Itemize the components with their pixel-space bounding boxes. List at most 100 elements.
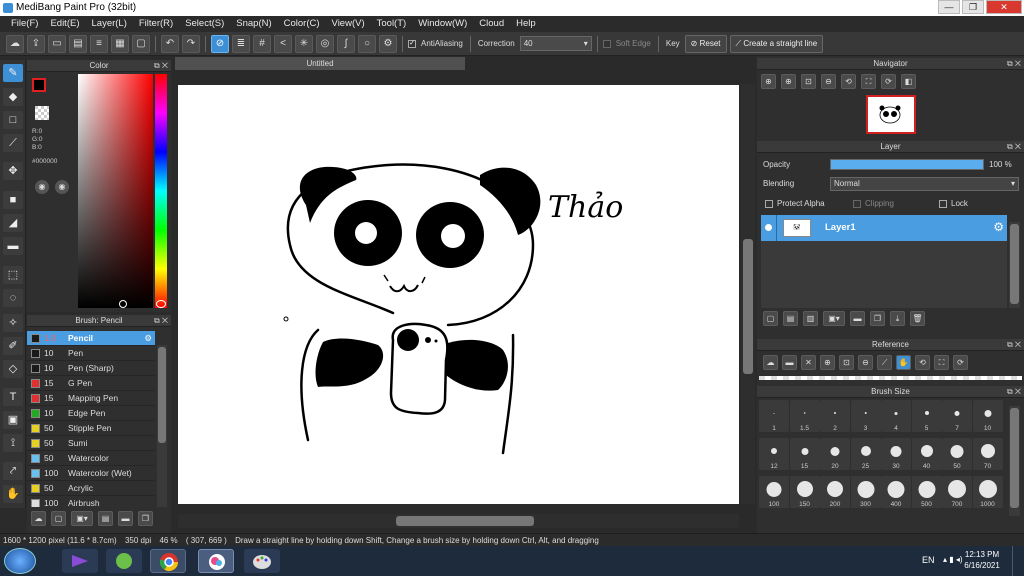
gradient-tool-icon[interactable]: ▬ [3,237,23,255]
cloud-icon[interactable]: ☁ [6,34,24,53]
merge-layer-icon[interactable]: ⤓ [890,311,905,326]
brush-item[interactable]: 15 Mapping Pen [27,391,155,406]
reference-open-icon[interactable]: ▬ [782,355,797,370]
horizontal-scrollbar[interactable] [178,514,739,528]
clipping-option[interactable]: Clipping [853,199,894,208]
start-button[interactable] [4,548,36,574]
zoom-in-icon[interactable]: ⊕ [761,74,776,89]
panel-close-icon[interactable]: ⧉ ✕ [1007,339,1021,351]
brush-size-option[interactable]: 5 [911,400,942,432]
eraser-tool-icon[interactable]: ◆ [3,88,23,106]
duplicate-layer-icon[interactable]: ❐ [870,311,885,326]
palette-add-icon[interactable]: ◉ [55,180,69,194]
saturation-value-picker[interactable] [78,74,153,308]
clipping-checkbox[interactable] [853,199,861,208]
brush-item[interactable]: 10 Pen (Sharp) [27,361,155,376]
brush-size-option[interactable]: 2 [820,400,850,432]
gear-icon[interactable]: ⚙ [993,220,1004,234]
panel-close-icon[interactable]: ⧉ ✕ [154,315,168,327]
brush-cloud-icon[interactable]: ☁ [31,511,46,526]
new-layer-1bit-icon[interactable]: ▥ [803,311,818,326]
brush-size-option[interactable]: 1.5 [789,400,820,432]
rotate-left-icon[interactable]: ⟲ [841,74,856,89]
menu-layer[interactable]: Layer(L) [86,16,133,32]
brush-item[interactable]: 50 Acrylic [27,481,155,496]
clock[interactable]: 12:13 PM 6/16/2021 [962,549,1002,571]
menu-edit[interactable]: Edit(E) [44,16,85,32]
line-tool-icon[interactable]: ⟋ [3,134,23,152]
magic-wand-tool-icon[interactable]: ✧ [3,314,23,332]
vertical-scrollbar[interactable] [741,84,755,504]
cross-snap-icon[interactable]: # [253,34,271,53]
grid-icon[interactable]: ▦ [111,34,129,53]
menu-snap[interactable]: Snap(N) [230,16,277,32]
background-color-swatch[interactable] [35,106,49,120]
divide-tool-icon[interactable]: ▣ [3,411,23,429]
zoom-out-icon[interactable]: ⊖ [821,74,836,89]
lasso-tool-icon[interactable]: ◌ [3,289,23,307]
taskbar-chrome-icon[interactable] [150,549,186,573]
brush-copy-icon[interactable]: ▤ [98,511,113,526]
soft-edge-checkbox[interactable] [602,39,611,48]
brush-item[interactable]: 10 Pen [27,346,155,361]
brush-item[interactable]: 50 Stipple Pen [27,421,155,436]
brush-size-option[interactable]: 40 [911,438,942,470]
panel-close-icon[interactable]: ⧉ ✕ [154,60,168,72]
taskbar-paint-icon[interactable] [244,549,280,573]
brush-size-option[interactable]: 1 [759,400,789,432]
reference-hand-icon[interactable]: ✋ [896,355,911,370]
scrollbar-thumb[interactable] [1010,408,1019,508]
eyedropper-tool-icon[interactable]: ⟟ [3,434,23,452]
opacity-slider[interactable] [830,159,984,170]
new-layer-icon[interactable]: ▢ [763,311,778,326]
menu-file[interactable]: File(F) [5,16,44,32]
taskbar-medibang-icon[interactable] [198,549,234,573]
menu-window[interactable]: Window(W) [412,16,473,32]
parallel-snap-icon[interactable]: ≣ [232,34,250,53]
color-picker-cursor[interactable] [119,300,127,308]
scrollbar-thumb[interactable] [1010,224,1019,304]
brush-item[interactable]: 10 Edge Pen [27,406,155,421]
ellipse-snap-icon[interactable]: ○ [358,34,376,53]
brush-size-scrollbar[interactable] [1009,406,1020,516]
brush-size-option[interactable]: 10 [972,400,1003,432]
scrollbar-thumb[interactable] [158,347,166,443]
snap-off-icon[interactable]: ⊘ [211,34,229,53]
new-layer-8bit-icon[interactable]: ▤ [783,311,798,326]
menu-select[interactable]: Select(S) [179,16,230,32]
panel-close-icon[interactable]: ⧉ ✕ [1007,386,1021,398]
taskbar-app-icon[interactable] [106,549,142,573]
brush-tool-icon[interactable]: ✎ [3,64,23,82]
close-button[interactable]: ✕ [986,0,1022,14]
layer-row[interactable]: 🐼 Layer1 ⚙ [761,215,1007,241]
reference-rotate-left-icon[interactable]: ⟲ [915,355,930,370]
reference-eyedropper-icon[interactable]: ⟋ [877,355,892,370]
panel-close-icon[interactable]: ⧉ ✕ [1007,141,1021,153]
reference-cloud-icon[interactable]: ☁ [763,355,778,370]
new-brush-icon[interactable]: ▢ [51,511,66,526]
brush-size-option[interactable]: 25 [850,438,881,470]
select-tool-icon[interactable]: ⬚ [3,266,23,284]
brush-size-option[interactable]: 50 [942,438,972,470]
brush-size-option[interactable]: 200 [820,476,850,508]
layer-list-scrollbar[interactable] [1009,222,1020,308]
list-icon[interactable]: ≡ [90,34,108,53]
protect-alpha-checkbox[interactable] [765,199,773,208]
brush-item[interactable]: 100 Watercolor (Wet) [27,466,155,481]
undo-icon[interactable]: ↶ [161,34,179,53]
brush-size-option[interactable]: 100 [759,476,789,508]
circle-snap-icon[interactable]: ◎ [316,34,334,53]
brush-size-option[interactable]: 1000 [972,476,1003,508]
brush-folder-icon[interactable]: ▬ [118,511,133,526]
maximize-button[interactable]: ❐ [962,0,984,14]
menu-tool[interactable]: Tool(T) [371,16,413,32]
lock-option[interactable]: Lock [939,199,968,208]
language-indicator[interactable]: EN [922,555,935,565]
show-desktop-button[interactable] [1012,546,1024,576]
minimize-button[interactable]: — [938,0,960,14]
navigator-thumbnail[interactable] [866,95,916,134]
brush-size-option[interactable]: 500 [911,476,942,508]
comment-icon[interactable]: ▭ [48,34,66,53]
brush-size-option[interactable]: 20 [820,438,850,470]
reference-fullscreen-icon[interactable]: ⛶ [934,355,949,370]
